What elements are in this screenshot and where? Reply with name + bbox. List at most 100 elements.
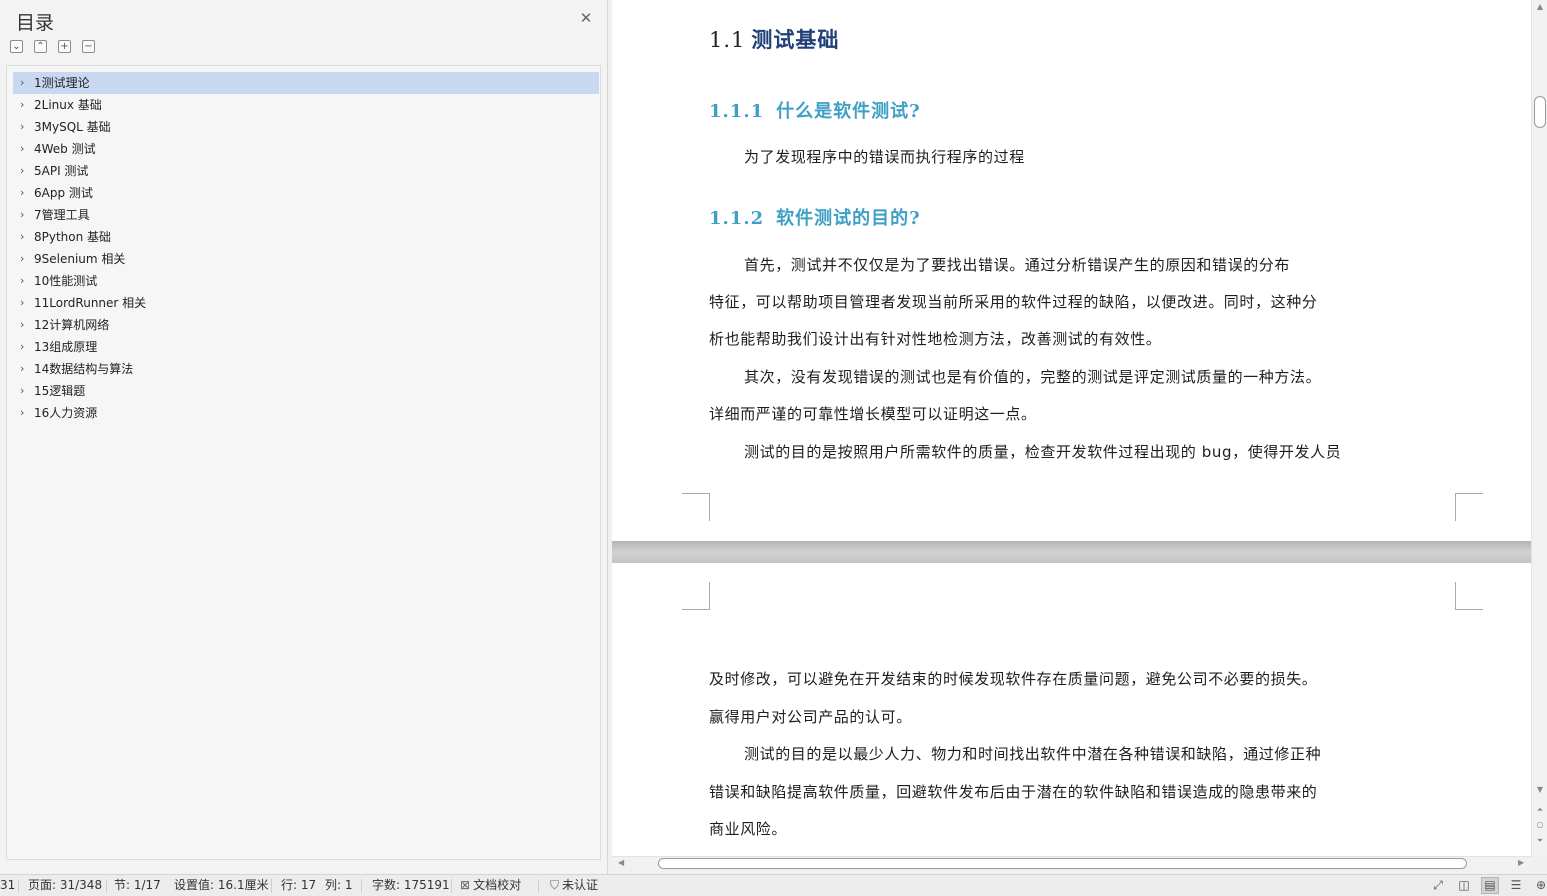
chevron-right-icon[interactable]: ›	[20, 94, 24, 116]
toc-item[interactable]: › 16人力资源	[13, 402, 599, 424]
scroll-down-icon[interactable]: ▼	[1532, 785, 1547, 794]
scroll-left-icon[interactable]: ◀	[618, 857, 624, 869]
paragraph-line: 及时修改，可以避免在开发结束的时候发现软件存在质量问题，避免公司不必要的损失。	[709, 670, 1318, 688]
expand-icon[interactable]: ⌄	[10, 40, 23, 53]
heading-2: 1.1.2 软件测试的目的?	[709, 204, 921, 230]
document-area: 1.1 测试基础 1.1.1 什么是软件测试? 为了发现程序中的错误而执行程序的过程…	[612, 0, 1531, 856]
close-icon[interactable]: ✕	[579, 11, 593, 26]
remove-level-icon[interactable]: −	[82, 40, 95, 53]
toc-item[interactable]: › 4Web 测试	[13, 138, 599, 160]
toc-item[interactable]: › 9Selenium 相关	[13, 248, 599, 270]
separator	[18, 879, 19, 893]
status-setting: 设置值: 16.1厘米	[174, 878, 269, 892]
margin-corner-mark	[1455, 582, 1483, 610]
certify-button[interactable]: ⛉ 未认证	[550, 875, 598, 896]
toc-toolbar: ⌄ ⌃ + −	[10, 40, 95, 53]
toc-item[interactable]: › 12计算机网络	[13, 314, 599, 336]
chevron-right-icon[interactable]: ›	[20, 314, 24, 336]
toc-item[interactable]: › 11LordRunner 相关	[13, 292, 599, 314]
chevron-right-icon[interactable]: ›	[20, 116, 24, 138]
outline-view-icon[interactable]: ☰	[1507, 877, 1525, 894]
toc-item[interactable]: › 3MySQL 基础	[13, 116, 599, 138]
toc-item-label: 16人力资源	[34, 406, 98, 420]
status-page[interactable]: 页面: 31/348	[28, 875, 102, 896]
prev-page-icon[interactable]: ⏶	[1532, 805, 1547, 815]
separator	[106, 879, 107, 893]
toc-item-label: 4Web 测试	[34, 142, 96, 156]
paragraph-line: 详细而严谨的可靠性增长模型可以证明这一点。	[709, 405, 1037, 423]
paragraph-line: 商业风险。	[709, 820, 788, 838]
paragraph-line: 错误和缺陷提高软件质量，回避软件发布后由于潜在的软件缺陷和错误造成的隐患带来的	[709, 783, 1318, 801]
page: 1.1 测试基础 1.1.1 什么是软件测试? 为了发现程序中的错误而执行程序的过程…	[612, 0, 1531, 541]
heading-number: 1.1.2	[709, 208, 765, 229]
proofread-button[interactable]: ⊠ 文档校对	[460, 875, 521, 896]
toc-item[interactable]: › 7管理工具	[13, 204, 599, 226]
horizontal-scrollbar[interactable]: ◀ ▶	[612, 856, 1531, 870]
paragraph-line: 析也能帮助我们设计出有针对性地检测方法，改善测试的有效性。	[709, 330, 1162, 348]
chevron-right-icon[interactable]: ›	[20, 226, 24, 248]
toc-item[interactable]: › 10性能测试	[13, 270, 599, 292]
status-col: 列: 1	[325, 878, 353, 892]
toc-item[interactable]: › 15逻辑题	[13, 380, 599, 402]
heading-number: 1.1	[709, 28, 746, 52]
toc-item-label: 11LordRunner 相关	[34, 296, 147, 310]
horizontal-scroll-thumb[interactable]	[658, 858, 1467, 869]
chevron-right-icon[interactable]: ›	[20, 336, 24, 358]
fullscreen-icon[interactable]: ⤢	[1429, 877, 1447, 894]
heading-text: 软件测试的目的?	[776, 208, 921, 229]
scroll-right-icon[interactable]: ▶	[1518, 857, 1524, 869]
toc-item[interactable]: › 1测试理论	[13, 72, 599, 94]
proofread-icon: ⊠	[460, 878, 471, 892]
shield-icon: ⛉	[550, 878, 560, 892]
chevron-right-icon[interactable]: ›	[20, 204, 24, 226]
toc-item-label: 5API 测试	[34, 164, 89, 178]
toc-item[interactable]: › 5API 测试	[13, 160, 599, 182]
heading-text: 测试基础	[751, 27, 840, 52]
chevron-right-icon[interactable]: ›	[20, 138, 24, 160]
toc-item[interactable]: › 6App 测试	[13, 182, 599, 204]
collapse-icon[interactable]: ⌃	[34, 40, 47, 53]
toc-item-label: 8Python 基础	[34, 230, 112, 244]
toc-item-label: 14数据结构与算法	[34, 362, 134, 376]
add-level-icon[interactable]: +	[58, 40, 71, 53]
toc-panel: 目录 ✕ ⌄ ⌃ + − › 1测试理论 › 2Linux 基础 › 3MySQL 基础 ›…	[0, 0, 608, 874]
chevron-right-icon[interactable]: ›	[20, 292, 24, 314]
status-word-count[interactable]: 字数: 175191	[372, 875, 450, 896]
toc-item-label: 2Linux 基础	[34, 98, 102, 112]
status-bar: 31 页面: 31/348 节: 1/17 设置值: 16.1厘米 行: 17 …	[0, 874, 1547, 896]
toc-item[interactable]: › 2Linux 基础	[13, 94, 599, 116]
toc-item[interactable]: › 14数据结构与算法	[13, 358, 599, 380]
web-view-icon[interactable]: ⊕	[1532, 877, 1547, 894]
next-page-icon[interactable]: ⏷	[1532, 836, 1547, 846]
vertical-scroll-thumb[interactable]	[1534, 96, 1546, 128]
wps-writer-window: 目录 ✕ ⌄ ⌃ + − › 1测试理论 › 2Linux 基础 › 3MySQL 基础 ›…	[0, 0, 1547, 896]
status-row: 行: 17	[281, 878, 317, 892]
chevron-right-icon[interactable]: ›	[20, 72, 24, 94]
vertical-scrollbar[interactable]: ▲ ▼ ⏶ ○ ⏷	[1531, 0, 1547, 856]
separator	[271, 879, 272, 893]
chevron-right-icon[interactable]: ›	[20, 270, 24, 292]
paragraph-line: 其次，没有发现错误的测试也是有价值的，完整的测试是评定测试质量的一种方法。	[744, 368, 1322, 386]
toc-item-label: 6App 测试	[34, 186, 93, 200]
chevron-right-icon[interactable]: ›	[20, 358, 24, 380]
scroll-up-icon[interactable]: ▲	[1532, 2, 1547, 11]
status-section: 节: 1/17	[114, 878, 161, 892]
separator	[361, 879, 362, 893]
paragraph-line: 首先，测试并不仅仅是为了要找出错误。通过分析错误产生的原因和错误的分布	[744, 256, 1291, 274]
paragraph-line: 测试的目的是以最少人力、物力和时间找出软件中潜在各种错误和缺陷，通过修正种	[744, 745, 1322, 763]
reading-view-icon[interactable]: ◫	[1455, 877, 1473, 894]
select-browse-icon[interactable]: ○	[1532, 820, 1547, 829]
chevron-right-icon[interactable]: ›	[20, 380, 24, 402]
heading-1: 1.1 测试基础	[709, 24, 839, 54]
margin-corner-mark	[682, 493, 710, 521]
toc-item-label: 3MySQL 基础	[34, 120, 111, 134]
chevron-right-icon[interactable]: ›	[20, 248, 24, 270]
toc-item[interactable]: › 8Python 基础	[13, 226, 599, 248]
page-view-icon[interactable]: ▤	[1481, 877, 1499, 894]
toc-item[interactable]: › 13组成原理	[13, 336, 599, 358]
chevron-right-icon[interactable]: ›	[20, 402, 24, 424]
heading-text: 什么是软件测试?	[776, 101, 921, 122]
chevron-right-icon[interactable]: ›	[20, 182, 24, 204]
chevron-right-icon[interactable]: ›	[20, 160, 24, 182]
margin-corner-mark	[1455, 493, 1483, 521]
